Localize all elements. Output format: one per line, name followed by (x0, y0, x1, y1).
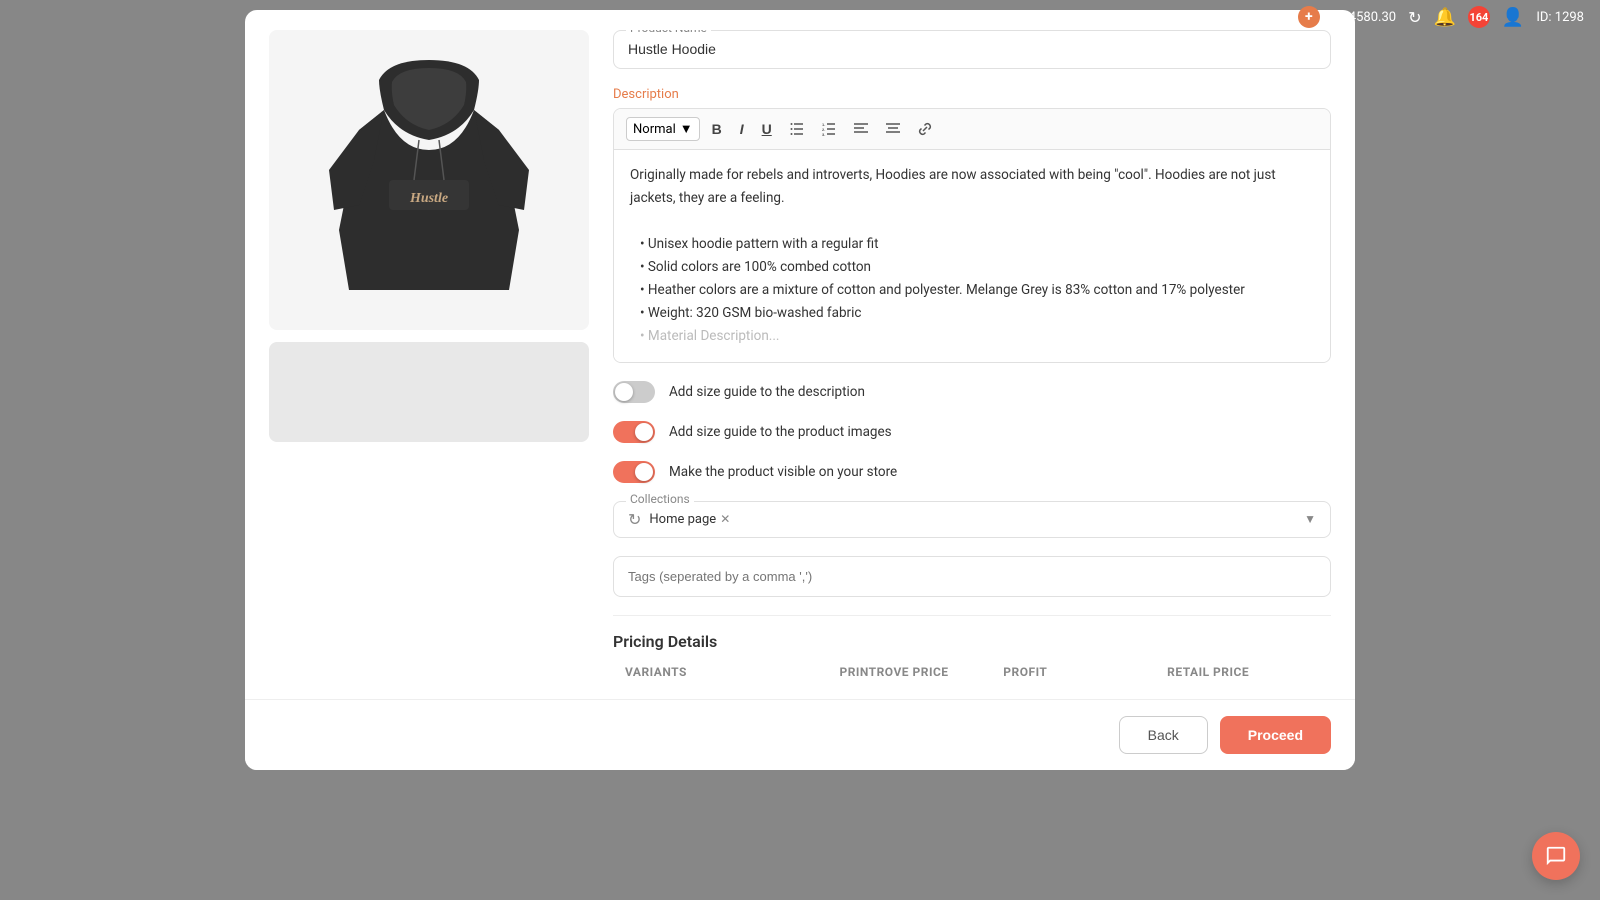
product-form-panel: Product Name Description Normal ▼ B (613, 30, 1331, 679)
svg-text:3.: 3. (822, 132, 825, 136)
toggle-visible-row: Make the product visible on your store (613, 461, 1331, 483)
col-header-profit: PROFIT (1003, 665, 1155, 679)
link-button[interactable] (912, 118, 938, 140)
product-name-label: Product Name (626, 30, 711, 35)
editor-content[interactable]: Originally made for rebels and introvert… (614, 150, 1330, 362)
refresh-collections-icon[interactable]: ↻ (628, 510, 641, 529)
toggle-size-guide-img-track[interactable] (613, 421, 655, 443)
modal-footer: Back Proceed (245, 699, 1355, 770)
toggle-size-guide-desc-row: Add size guide to the description (613, 381, 1331, 403)
description-section: Description Normal ▼ B I U (613, 87, 1331, 363)
toggle-visible-label: Make the product visible on your store (669, 464, 897, 480)
align-left-button[interactable] (848, 118, 874, 140)
list-item: Unisex hoodie pattern with a regular fit (640, 233, 1314, 256)
toggle-visible-thumb (635, 463, 653, 481)
product-image-main: Hustle (269, 30, 589, 330)
collections-content[interactable]: ↻ Home page ✕ ▼ (628, 510, 1316, 529)
svg-text:Hustle: Hustle (409, 191, 448, 206)
product-name-field: Product Name (613, 30, 1331, 69)
description-label: Description (613, 87, 1331, 102)
editor-toolbar: Normal ▼ B I U 1.2.3. (614, 109, 1330, 150)
list-unordered-button[interactable] (784, 118, 810, 140)
toggle-visible[interactable] (613, 461, 655, 483)
description-list: Unisex hoodie pattern with a regular fit… (630, 233, 1314, 348)
toggle-size-guide-img-row: Add size guide to the product images (613, 421, 1331, 443)
toggle-visible-track[interactable] (613, 461, 655, 483)
back-button[interactable]: Back (1119, 716, 1208, 754)
collections-field: Collections ↻ Home page ✕ ▼ (613, 501, 1331, 538)
italic-button[interactable]: I (734, 117, 750, 141)
refresh-icon[interactable]: ↻ (1408, 8, 1421, 27)
collection-tag-close[interactable]: ✕ (720, 512, 730, 526)
pricing-title: Pricing Details (613, 632, 1331, 651)
collection-tag: Home page ✕ (649, 512, 730, 527)
list-item: Weight: 320 GSM bio-washed fabric (640, 302, 1314, 325)
style-select[interactable]: Normal ▼ (626, 117, 700, 141)
description-paragraph: Originally made for rebels and introvert… (630, 164, 1314, 210)
balance-amount: ₹-144580.30 (1324, 10, 1396, 25)
user-id: ID: 1298 (1536, 10, 1584, 25)
list-ordered-button[interactable]: 1.2.3. (816, 118, 842, 140)
list-item: Heather colors are a mixture of cotton a… (640, 279, 1314, 302)
add-icon: + (1298, 6, 1320, 28)
collections-dropdown-arrow[interactable]: ▼ (1304, 512, 1316, 526)
collections-label: Collections (626, 492, 694, 506)
pricing-table-header: VARIANTS PRINTROVE PRICE PROFIT RETAIL P… (613, 665, 1331, 679)
col-header-printrove: PRINTROVE PRICE (839, 665, 991, 679)
toggle-size-guide-desc-track[interactable] (613, 381, 655, 403)
bold-button[interactable]: B (706, 117, 728, 141)
top-bar: + ₹-144580.30 ↻ 🔔 164 👤 ID: 1298 (1282, 0, 1600, 34)
proceed-button[interactable]: Proceed (1220, 716, 1331, 754)
notification-badge: 164 (1468, 6, 1490, 28)
list-item: Solid colors are 100% combed cotton (640, 256, 1314, 279)
hoodie-illustration: Hustle (319, 50, 539, 310)
product-name-input[interactable] (628, 37, 1316, 57)
list-item: Material Description... (640, 325, 1314, 348)
collection-tag-label: Home page (649, 512, 716, 527)
bell-icon[interactable]: 🔔 (1433, 7, 1455, 28)
toggle-size-guide-desc-thumb (615, 383, 633, 401)
user-icon[interactable]: 👤 (1502, 7, 1524, 28)
modal-overlay: Hustle Product Name Description (0, 0, 1600, 900)
toggle-size-guide-img[interactable] (613, 421, 655, 443)
toggle-size-guide-img-label: Add size guide to the product images (669, 424, 892, 440)
product-modal: Hustle Product Name Description (245, 10, 1355, 770)
toggle-size-guide-img-thumb (635, 423, 653, 441)
product-image-panel: Hustle (269, 30, 589, 679)
underline-button[interactable]: U (756, 117, 778, 141)
toggle-size-guide-desc-label: Add size guide to the description (669, 384, 865, 400)
chevron-down-icon: ▼ (680, 121, 693, 137)
balance-item: + ₹-144580.30 (1298, 6, 1396, 28)
description-box: Normal ▼ B I U 1.2.3. (613, 108, 1331, 363)
product-image-thumbnail (269, 342, 589, 442)
pricing-section: Pricing Details VARIANTS PRINTROVE PRICE… (613, 615, 1331, 679)
col-header-variants: VARIANTS (625, 665, 827, 679)
col-header-retail: RETAIL PRICE (1167, 665, 1319, 679)
chat-bubble[interactable] (1532, 832, 1580, 880)
tags-input[interactable] (613, 556, 1331, 597)
toggle-size-guide-desc[interactable] (613, 381, 655, 403)
align-center-button[interactable] (880, 118, 906, 140)
